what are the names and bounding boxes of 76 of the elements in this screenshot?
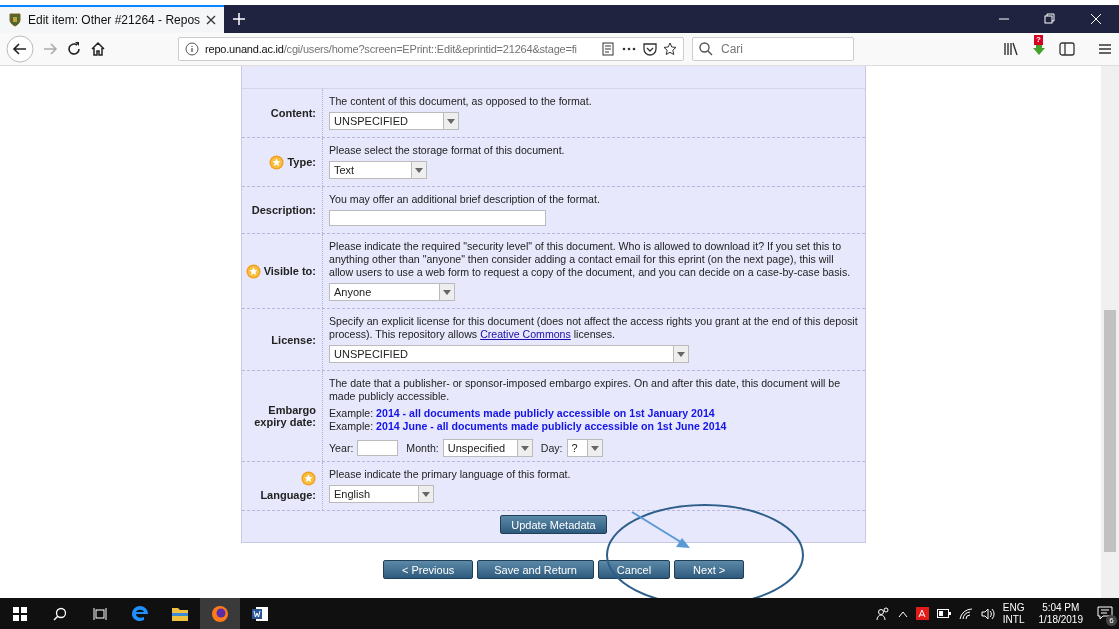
download-badge: ? (1034, 35, 1043, 45)
back-icon[interactable] (6, 35, 34, 63)
dropdown[interactable]: English (329, 485, 434, 503)
search-input[interactable]: Cari (719, 41, 843, 57)
nav-button[interactable]: < Previous (383, 560, 474, 579)
month-label: Month: (406, 441, 439, 455)
new-tab-icon[interactable] (232, 12, 247, 26)
example-text: Example: 2014 June - all documents made publicly accessible on 1st June 2014 (329, 420, 728, 433)
clock-date[interactable]: 1/18/2019 (1038, 613, 1083, 626)
field-label: Embargo expiry date: (253, 404, 316, 428)
speaker-icon[interactable] (980, 607, 995, 620)
search-icon (699, 42, 713, 56)
dropdown[interactable]: Unspecified (442, 439, 533, 457)
help-text: The date that a publisher- or sponsor-imposed embargo expires. On and after this date, this document will be made publicly accessible. (329, 377, 842, 403)
document-app-icon[interactable] (251, 604, 269, 623)
help-text: The content of this document, as opposed to the format. (329, 95, 593, 108)
help-text: Specify an explicit license for this document (does not affect the access rights you grant at the end of this deposit process). This repository allows Creative Commons licenses. (329, 315, 859, 341)
clock-time[interactable]: 5:04 PM (1042, 601, 1080, 614)
dropdown[interactable]: ? (566, 439, 603, 457)
browser-app-icon[interactable] (211, 604, 229, 623)
home-icon[interactable] (90, 41, 106, 57)
field-label: License: (271, 333, 316, 346)
sidebar-icon[interactable] (1059, 41, 1075, 57)
field-label: Visible to: (263, 265, 316, 277)
dropdown[interactable]: Anyone (329, 283, 455, 301)
dropdown[interactable]: UNSPECIFIED (329, 112, 459, 130)
nav-button[interactable]: Cancel (597, 560, 671, 579)
year-label: Year: (329, 441, 354, 455)
update-metadata-button[interactable]: Update Metadata (500, 515, 607, 534)
close-icon[interactable] (206, 15, 217, 25)
library-icon[interactable] (1003, 41, 1019, 57)
nav-button[interactable]: Next > (674, 560, 745, 579)
battery-icon[interactable] (936, 609, 951, 618)
field-label: Description: (251, 204, 316, 216)
people-icon[interactable] (875, 606, 890, 621)
help-text: You may offer an additional brief description of the format. (329, 193, 601, 206)
field-label: Type: (287, 156, 316, 168)
notification-count: 6 (1106, 614, 1117, 626)
link[interactable]: Creative Commons (480, 328, 571, 340)
dropdown-arrow-icon (677, 351, 685, 357)
wifi-icon[interactable] (958, 607, 973, 620)
dropdown-arrow-icon (443, 289, 451, 295)
dropdown[interactable]: Text (329, 161, 427, 179)
dropdown-arrow-icon (422, 491, 430, 497)
input-field[interactable] (329, 210, 546, 226)
help-text: Please select the storage format of this document. (329, 144, 566, 157)
field-label: Language: (260, 489, 316, 501)
search-field[interactable]: Cari (692, 37, 854, 61)
chevron-up-icon[interactable] (897, 609, 908, 618)
keyboard-layout[interactable]: INTL (1002, 613, 1025, 626)
year-field[interactable] (357, 440, 399, 456)
help-text: Please indicate the required "security level" of this document. Who is allowed to download it? If you set this to anything other than "anyone" then consider adding a contact email for this eprint (on the next page), this will allow users to use a web form to request a copy of the document, and you can decide on a case-by-case basis. (329, 240, 852, 279)
help-text: Please indicate the primary language of this format. (329, 468, 572, 481)
shield-icon (8, 13, 22, 27)
dropdown-arrow-icon (447, 118, 455, 124)
field-label: Content: (270, 107, 316, 119)
dropdown-arrow-icon (520, 445, 529, 451)
dropdown[interactable]: UNSPECIFIED (329, 345, 689, 363)
notification-icon[interactable] (1097, 605, 1113, 620)
menu-icon[interactable] (1097, 41, 1113, 57)
folder-icon[interactable] (171, 605, 189, 622)
address-bar[interactable]: repo.unand.ac.id/cgi/users/home?screen=EPrint::Edit&eprintid=21264&stage=fi (178, 37, 684, 61)
windows-icon[interactable] (13, 606, 27, 621)
search-icon[interactable] (53, 606, 67, 621)
task-view-icon[interactable] (93, 606, 107, 621)
example-text: Example: 2014 - all documents made publicly accessible on 1st January 2014 (329, 407, 716, 420)
nav-button[interactable]: Save and Return (477, 560, 594, 579)
language-indicator[interactable]: ENG (1002, 601, 1025, 614)
edge-icon[interactable] (131, 604, 149, 623)
day-label: Day: (540, 441, 563, 455)
dropdown-arrow-icon (590, 445, 599, 451)
browser-tab[interactable]: Edit item: Other #21264 - Repos (0, 5, 225, 33)
app-tray-icon[interactable] (915, 607, 929, 620)
dropdown-arrow-icon (415, 167, 423, 173)
scrollbar[interactable] (1101, 66, 1119, 598)
reload-icon[interactable] (66, 41, 82, 57)
